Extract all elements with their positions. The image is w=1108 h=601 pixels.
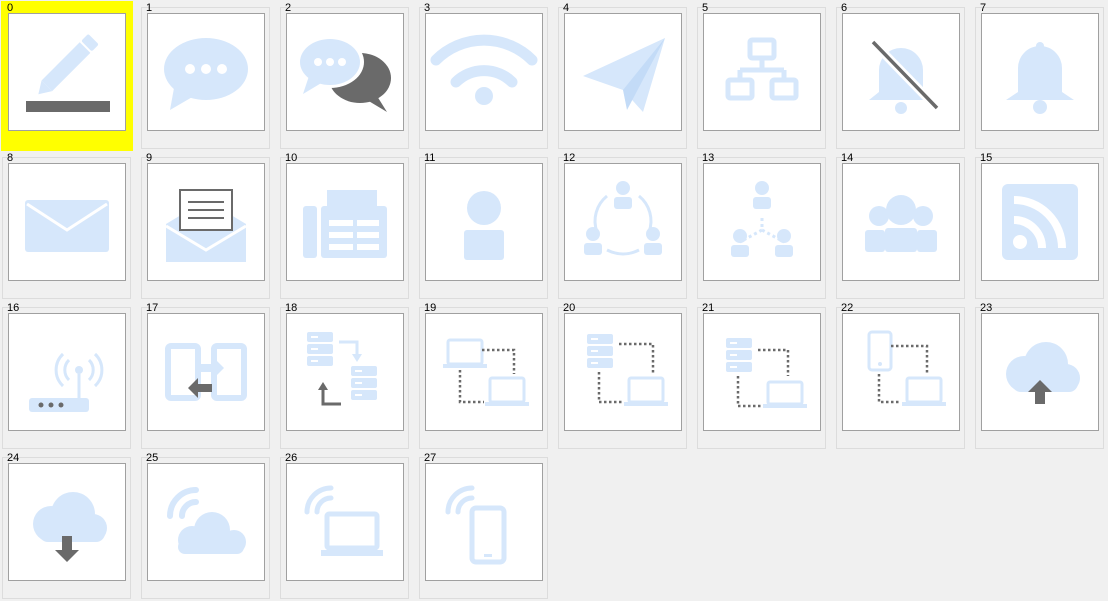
- icon-cell[interactable]: 27: [418, 451, 550, 601]
- icon-cell[interactable]: 7: [974, 1, 1106, 151]
- paper-plane-icon: [583, 38, 665, 112]
- user-hierarchy-icon: [731, 181, 793, 257]
- wireless-router-icon: [29, 352, 104, 412]
- icon-cell[interactable]: 20: [557, 301, 689, 451]
- icon-tile[interactable]: [981, 313, 1099, 431]
- network-topology-icon: [725, 37, 799, 101]
- icon-tile[interactable]: [147, 163, 265, 281]
- server-transfer-icon: [307, 332, 377, 406]
- icon-cell[interactable]: 9: [140, 151, 272, 301]
- icon-tile[interactable]: [147, 313, 265, 431]
- icon-cell[interactable]: 17: [140, 301, 272, 451]
- icon-tile[interactable]: [842, 163, 960, 281]
- icon-cell[interactable]: 24: [1, 451, 133, 601]
- icon-tile[interactable]: [564, 13, 682, 131]
- icon-tile[interactable]: [425, 313, 543, 431]
- icon-tile[interactable]: [703, 163, 821, 281]
- chat-bubble-icon: [164, 38, 248, 110]
- icon-tile[interactable]: [425, 463, 543, 581]
- icon-cell[interactable]: 10: [279, 151, 411, 301]
- icon-tile[interactable]: [286, 163, 404, 281]
- bell-muted-icon: [867, 36, 943, 114]
- fax-icon: [303, 190, 387, 258]
- icon-cell[interactable]: 14: [835, 151, 967, 301]
- icon-cell[interactable]: 19: [418, 301, 550, 451]
- icon-grid: 0123 4 5 6 7 8 9 10 11 12 13 14 15 16 17 18 19 20 21 22…: [0, 0, 1108, 599]
- wireless-phone-icon: [445, 485, 507, 565]
- icon-cell[interactable]: 2: [279, 1, 411, 151]
- icon-tile[interactable]: [8, 313, 126, 431]
- icon-cell[interactable]: 8: [1, 151, 133, 301]
- icon-cell[interactable]: 1: [140, 1, 272, 151]
- icon-tile[interactable]: [8, 163, 126, 281]
- icon-tile[interactable]: [564, 313, 682, 431]
- icon-tile[interactable]: [842, 13, 960, 131]
- icon-tile[interactable]: [981, 163, 1099, 281]
- icon-tile[interactable]: [703, 313, 821, 431]
- icon-cell[interactable]: 3: [418, 1, 550, 151]
- user-group-icon: [865, 195, 937, 252]
- user-icon: [464, 191, 504, 260]
- edit-pencil-icon: [26, 34, 110, 112]
- icon-cell[interactable]: 11: [418, 151, 550, 301]
- wifi-icon: [430, 34, 538, 105]
- icon-tile[interactable]: [8, 463, 126, 581]
- icon-cell[interactable]: 15: [974, 151, 1106, 301]
- laptop-link-icon: [443, 338, 529, 406]
- icon-tile[interactable]: [8, 13, 126, 131]
- bell-icon: [1006, 42, 1074, 114]
- icon-cell[interactable]: 6: [835, 1, 967, 151]
- open-envelope-letter-icon: [165, 189, 247, 262]
- cloud-download-icon: [33, 492, 107, 562]
- icon-cell[interactable]: 26: [279, 451, 411, 601]
- icon-tile[interactable]: [286, 463, 404, 581]
- conversation-icon: [296, 36, 391, 112]
- server-laptop-link-alt-icon: [726, 338, 807, 408]
- icon-tile[interactable]: [564, 163, 682, 281]
- icon-cell[interactable]: 12: [557, 151, 689, 301]
- icon-tile[interactable]: [286, 313, 404, 431]
- icon-cell[interactable]: 4: [557, 1, 689, 151]
- icon-cell[interactable]: 18: [279, 301, 411, 451]
- user-cycle-icon: [584, 181, 662, 256]
- icon-cell[interactable]: 21: [696, 301, 828, 451]
- tablet-sync-icon: [165, 343, 247, 401]
- cloud-upload-icon: [1006, 342, 1080, 404]
- icon-tile[interactable]: [981, 13, 1099, 131]
- icon-tile[interactable]: [842, 313, 960, 431]
- icon-cell[interactable]: 5: [696, 1, 828, 151]
- icon-tile[interactable]: [703, 13, 821, 131]
- envelope-icon: [25, 200, 109, 252]
- icon-cell[interactable]: 23: [974, 301, 1106, 451]
- icon-tile[interactable]: [147, 13, 265, 131]
- icon-tile[interactable]: [147, 463, 265, 581]
- icon-tile[interactable]: [425, 13, 543, 131]
- icon-cell[interactable]: 0: [1, 1, 133, 151]
- phone-laptop-link-icon: [867, 330, 946, 406]
- icon-tile[interactable]: [425, 163, 543, 281]
- rss-icon: [1002, 184, 1078, 260]
- icon-cell[interactable]: 25: [140, 451, 272, 601]
- wireless-cloud-icon: [167, 487, 246, 554]
- wireless-laptop-icon: [304, 485, 383, 556]
- icon-tile[interactable]: [286, 13, 404, 131]
- icon-cell[interactable]: 22: [835, 301, 967, 451]
- icon-cell[interactable]: 16: [1, 301, 133, 451]
- icon-cell[interactable]: 13: [696, 151, 828, 301]
- server-laptop-link-icon: [587, 334, 668, 406]
